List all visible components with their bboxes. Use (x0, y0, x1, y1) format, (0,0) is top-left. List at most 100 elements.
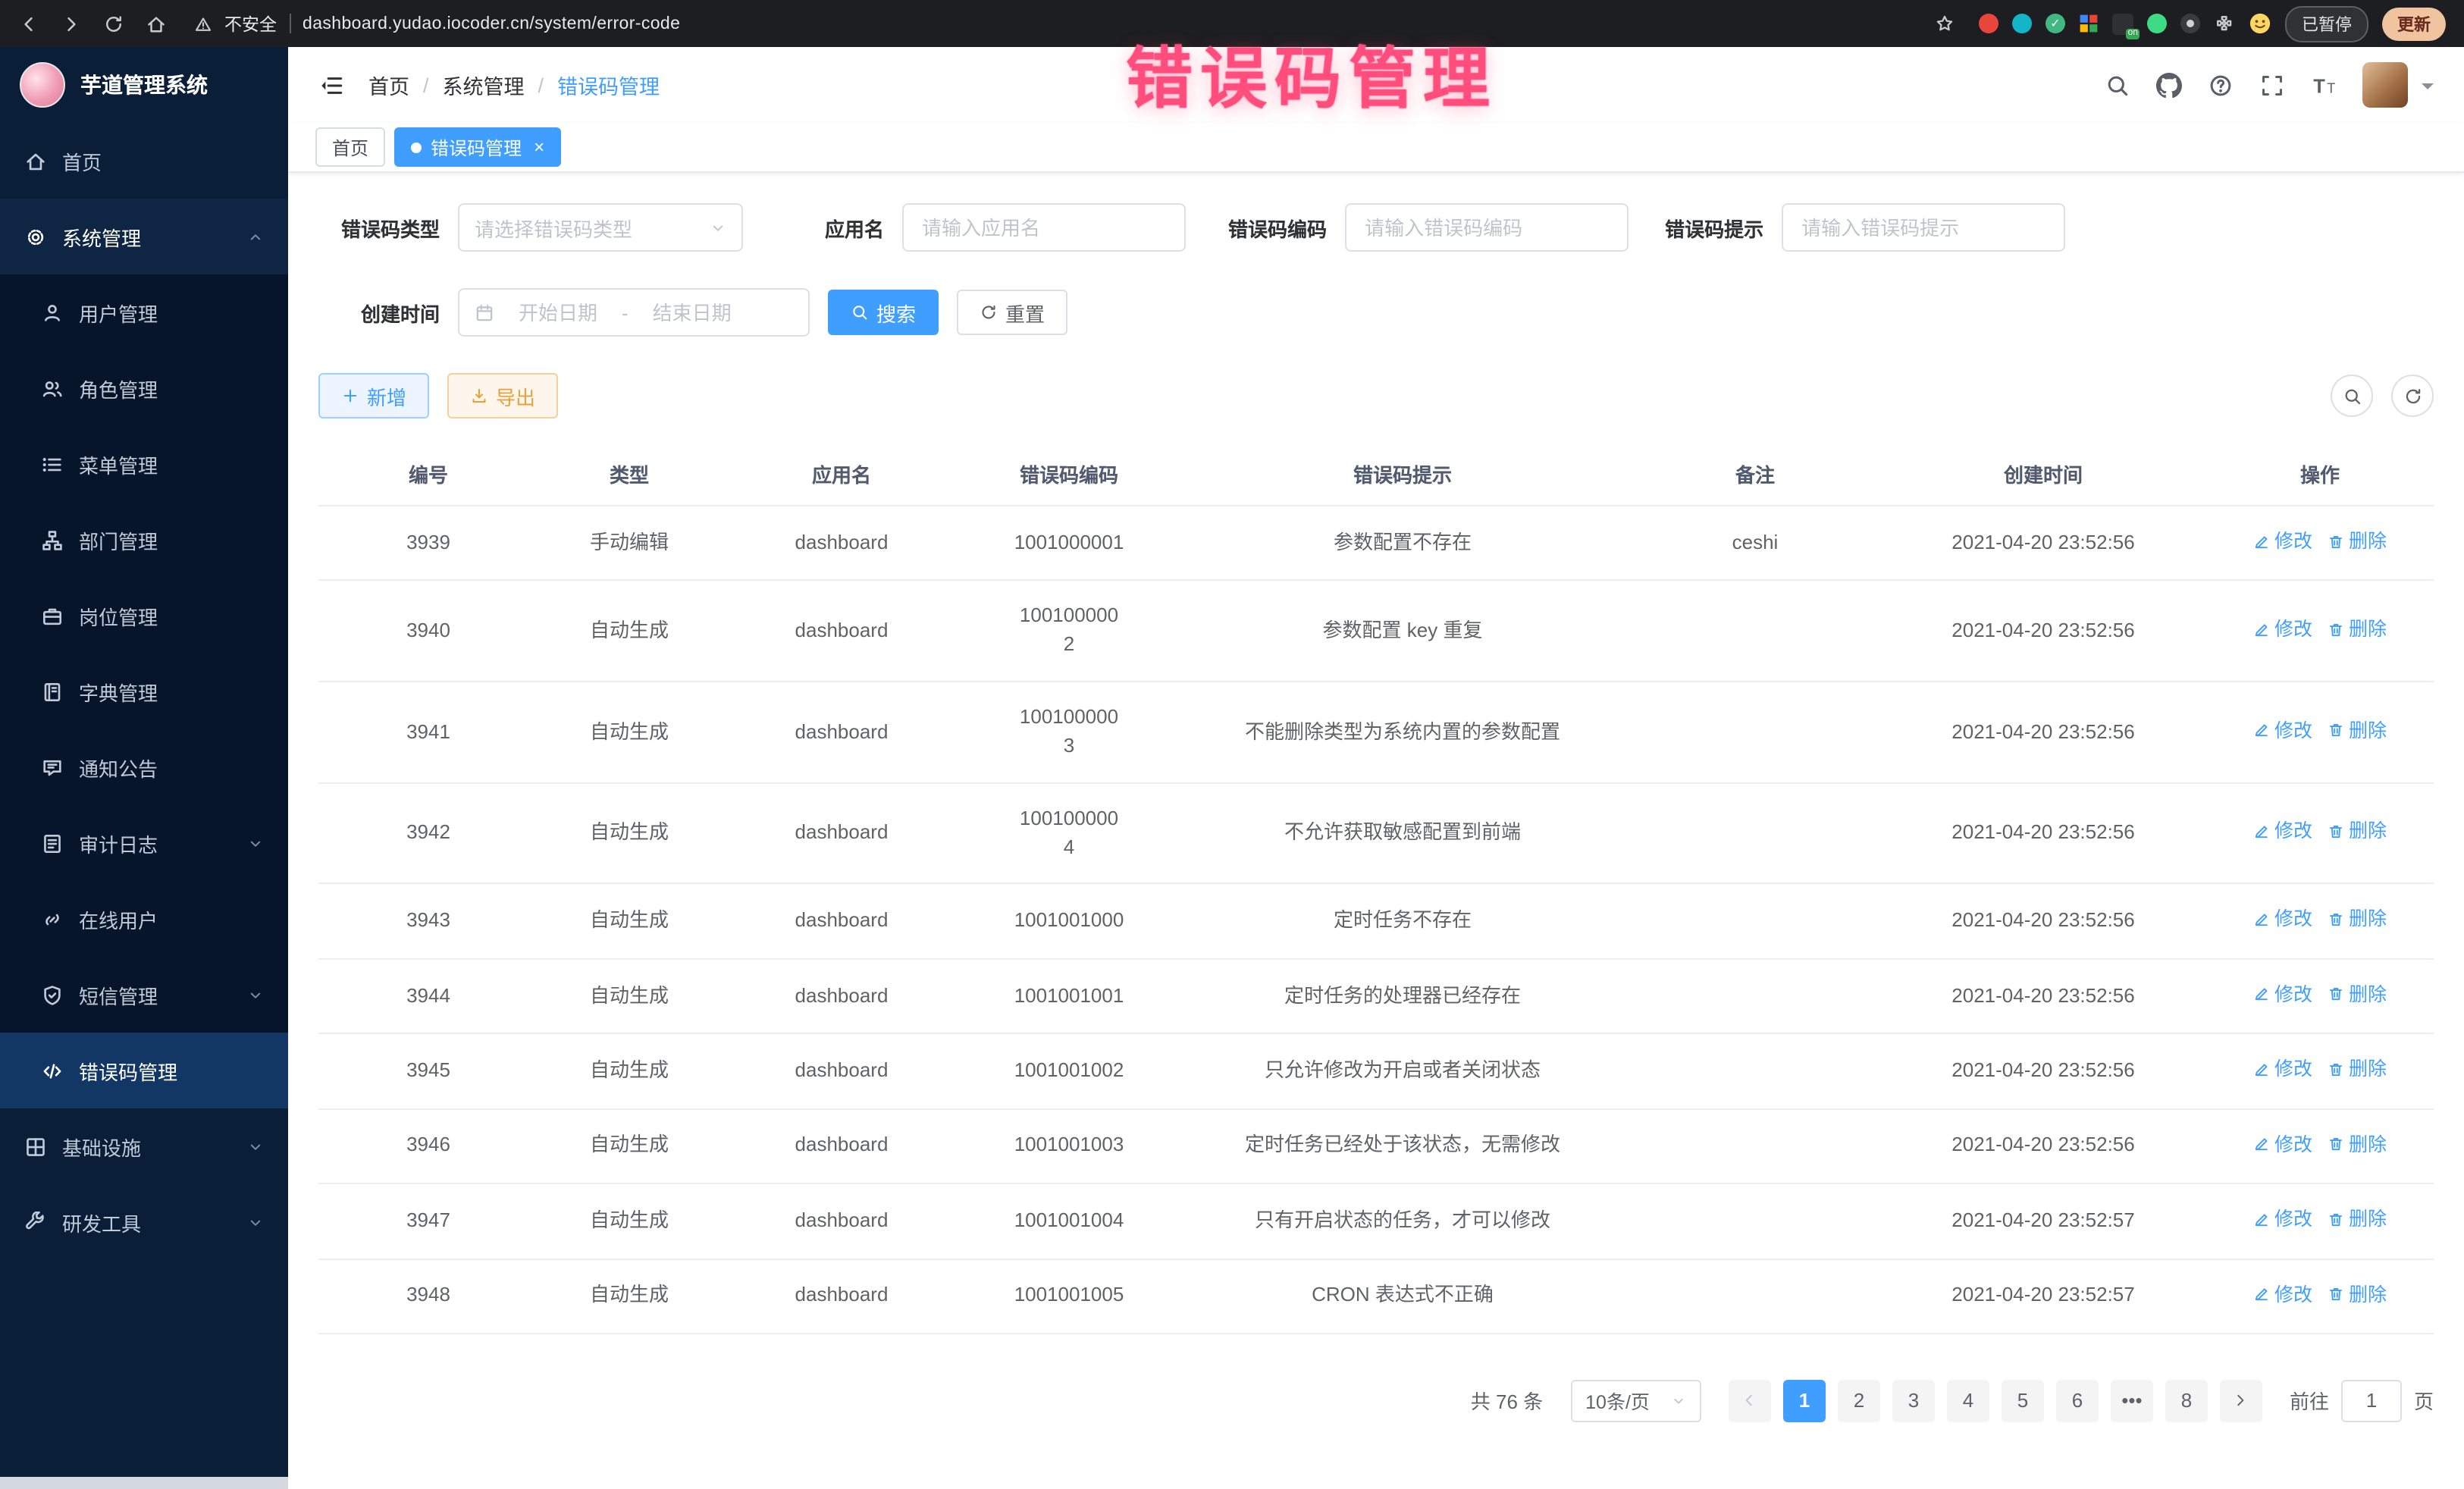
start-date-input[interactable] (503, 291, 613, 334)
sidebar-item-home[interactable]: 首页 (0, 123, 288, 199)
browser-home-icon[interactable] (146, 13, 167, 34)
page-button-6[interactable]: 6 (2056, 1380, 2099, 1422)
edit-link[interactable]: 修改 (2253, 1205, 2312, 1233)
grid-icon (24, 1135, 47, 1158)
table-body: 3939手动编辑dashboard1001000001参数配置不存在ceshi2… (318, 506, 2434, 1334)
refresh-table-button[interactable] (2391, 375, 2434, 417)
sidebar-item-online-users[interactable]: 在线用户 (0, 881, 288, 957)
next-page-button[interactable] (2220, 1380, 2262, 1422)
sidebar-item-infrastructure[interactable]: 基础设施 (0, 1108, 288, 1184)
error-hint-input[interactable] (1782, 203, 2065, 252)
delete-link[interactable]: 删除 (2328, 616, 2387, 643)
extension-red-icon[interactable] (1979, 14, 1998, 33)
edit-link[interactable]: 修改 (2253, 716, 2312, 744)
export-button[interactable]: 导出 (447, 373, 558, 418)
delete-link[interactable]: 删除 (2328, 1056, 2387, 1083)
content: 错误码类型 请选择错误码类型 应用名 错误码编码 错误码提示 (288, 173, 2464, 1453)
page-button-1[interactable]: 1 (1783, 1380, 1826, 1422)
back-icon[interactable] (18, 13, 39, 34)
end-date-input[interactable] (638, 291, 747, 334)
sidebar-item-role-management[interactable]: 角色管理 (0, 350, 288, 426)
edit-link[interactable]: 修改 (2253, 981, 2312, 1008)
add-button[interactable]: 新增 (318, 373, 429, 418)
search-button[interactable]: 搜索 (828, 290, 939, 335)
sidebar-item-post-management[interactable]: 岗位管理 (0, 578, 288, 654)
puzzle-icon[interactable] (2214, 13, 2235, 34)
extension-green-icon[interactable] (2147, 14, 2167, 33)
prev-page-button[interactable] (1729, 1380, 1771, 1422)
view-tab[interactable]: 首页 (315, 127, 385, 167)
cell-app: dashboard (720, 508, 963, 579)
date-range-picker[interactable]: - (458, 288, 810, 337)
sidebar-item-system-management[interactable]: 系统管理 (0, 199, 288, 274)
sidebar-item-notice[interactable]: 通知公告 (0, 729, 288, 805)
app-name-input[interactable] (902, 203, 1186, 252)
sidebar-item-dept-management[interactable]: 部门管理 (0, 502, 288, 578)
page-ellipsis[interactable]: ••• (2111, 1380, 2153, 1422)
delete-icon (2328, 723, 2344, 739)
paused-button[interactable]: 已暂停 (2285, 5, 2368, 42)
extension-pin-icon[interactable] (2180, 14, 2200, 33)
cell-type: 自动生成 (538, 961, 720, 1032)
bookmark-star-icon[interactable] (1935, 14, 1955, 33)
page-button-4[interactable]: 4 (1947, 1380, 1989, 1422)
edit-link[interactable]: 修改 (2253, 616, 2312, 643)
page-button-2[interactable]: 2 (1838, 1380, 1880, 1422)
header-search-icon[interactable] (2105, 72, 2130, 98)
delete-link[interactable]: 删除 (2328, 716, 2387, 744)
error-code-input[interactable] (1345, 203, 1629, 252)
extension-grid-icon[interactable] (2079, 14, 2099, 33)
sidebar-item-error-code-management[interactable]: 错误码管理 (0, 1033, 288, 1108)
sidebar-item-audit-log[interactable]: 审计日志 (0, 805, 288, 881)
extension-on-icon[interactable]: on (2112, 13, 2133, 34)
font-size-icon[interactable]: TT (2311, 72, 2337, 98)
delete-link[interactable]: 删除 (2328, 818, 2387, 845)
update-button[interactable]: 更新 (2382, 7, 2446, 40)
sidebar-item-dev-tools[interactable]: 研发工具 (0, 1184, 288, 1260)
reload-icon[interactable] (103, 13, 124, 34)
sidebar-item-user-management[interactable]: 用户管理 (0, 274, 288, 350)
toggle-search-button[interactable] (2331, 375, 2373, 417)
delete-link[interactable]: 删除 (2328, 1130, 2387, 1158)
address-bar[interactable]: 不安全 dashboard.yudao.iocoder.cn/system/er… (188, 11, 1955, 36)
page-size-select[interactable]: 10条/页 (1570, 1380, 1701, 1422)
page-button-5[interactable]: 5 (2002, 1380, 2044, 1422)
tab-close-icon[interactable]: × (534, 138, 544, 156)
breadcrumb-item[interactable]: 系统管理 (443, 70, 525, 100)
reset-button[interactable]: 重置 (957, 290, 1067, 335)
collapse-sidebar-icon[interactable] (318, 72, 344, 98)
edit-link[interactable]: 修改 (2253, 1056, 2312, 1083)
delete-link[interactable]: 删除 (2328, 981, 2387, 1008)
goto-page-input[interactable] (2341, 1380, 2402, 1422)
error-type-select[interactable]: 请选择错误码类型 (458, 203, 743, 252)
forward-icon[interactable] (61, 13, 82, 34)
profile-emoji-icon[interactable] (2249, 12, 2271, 35)
delete-link[interactable]: 删除 (2328, 528, 2387, 555)
create-time-label: 创建时间 (318, 298, 440, 327)
edit-link[interactable]: 修改 (2253, 1281, 2312, 1308)
sidebar-item-dict-management[interactable]: 字典管理 (0, 654, 288, 729)
delete-link[interactable]: 删除 (2328, 1205, 2387, 1233)
sidebar-item-menu-management[interactable]: 菜单管理 (0, 426, 288, 502)
extension-vue-icon[interactable]: ✓ (2045, 14, 2065, 33)
sidebar-item-sms-management[interactable]: 短信管理 (0, 957, 288, 1033)
view-tab[interactable]: 错误码管理× (394, 127, 561, 167)
delete-icon (2328, 1211, 2344, 1227)
filter-error-hint: 错误码提示 (1665, 203, 2065, 252)
extension-teal-icon[interactable] (2012, 14, 2032, 33)
help-icon[interactable] (2208, 72, 2234, 98)
delete-link[interactable]: 删除 (2328, 906, 2387, 933)
page-button-8[interactable]: 8 (2165, 1380, 2208, 1422)
app-logo-row[interactable]: 芋道管理系统 (0, 47, 288, 123)
github-icon[interactable] (2156, 72, 2182, 98)
edit-link[interactable]: 修改 (2253, 818, 2312, 845)
edit-link[interactable]: 修改 (2253, 528, 2312, 555)
delete-link[interactable]: 删除 (2328, 1281, 2387, 1308)
cell-actions: 修改删除 (2206, 960, 2434, 1033)
edit-link[interactable]: 修改 (2253, 1130, 2312, 1158)
breadcrumb-item[interactable]: 首页 (368, 70, 409, 100)
page-button-3[interactable]: 3 (1892, 1380, 1935, 1422)
edit-link[interactable]: 修改 (2253, 906, 2312, 933)
user-avatar[interactable] (2362, 62, 2408, 108)
fullscreen-icon[interactable] (2259, 72, 2285, 98)
